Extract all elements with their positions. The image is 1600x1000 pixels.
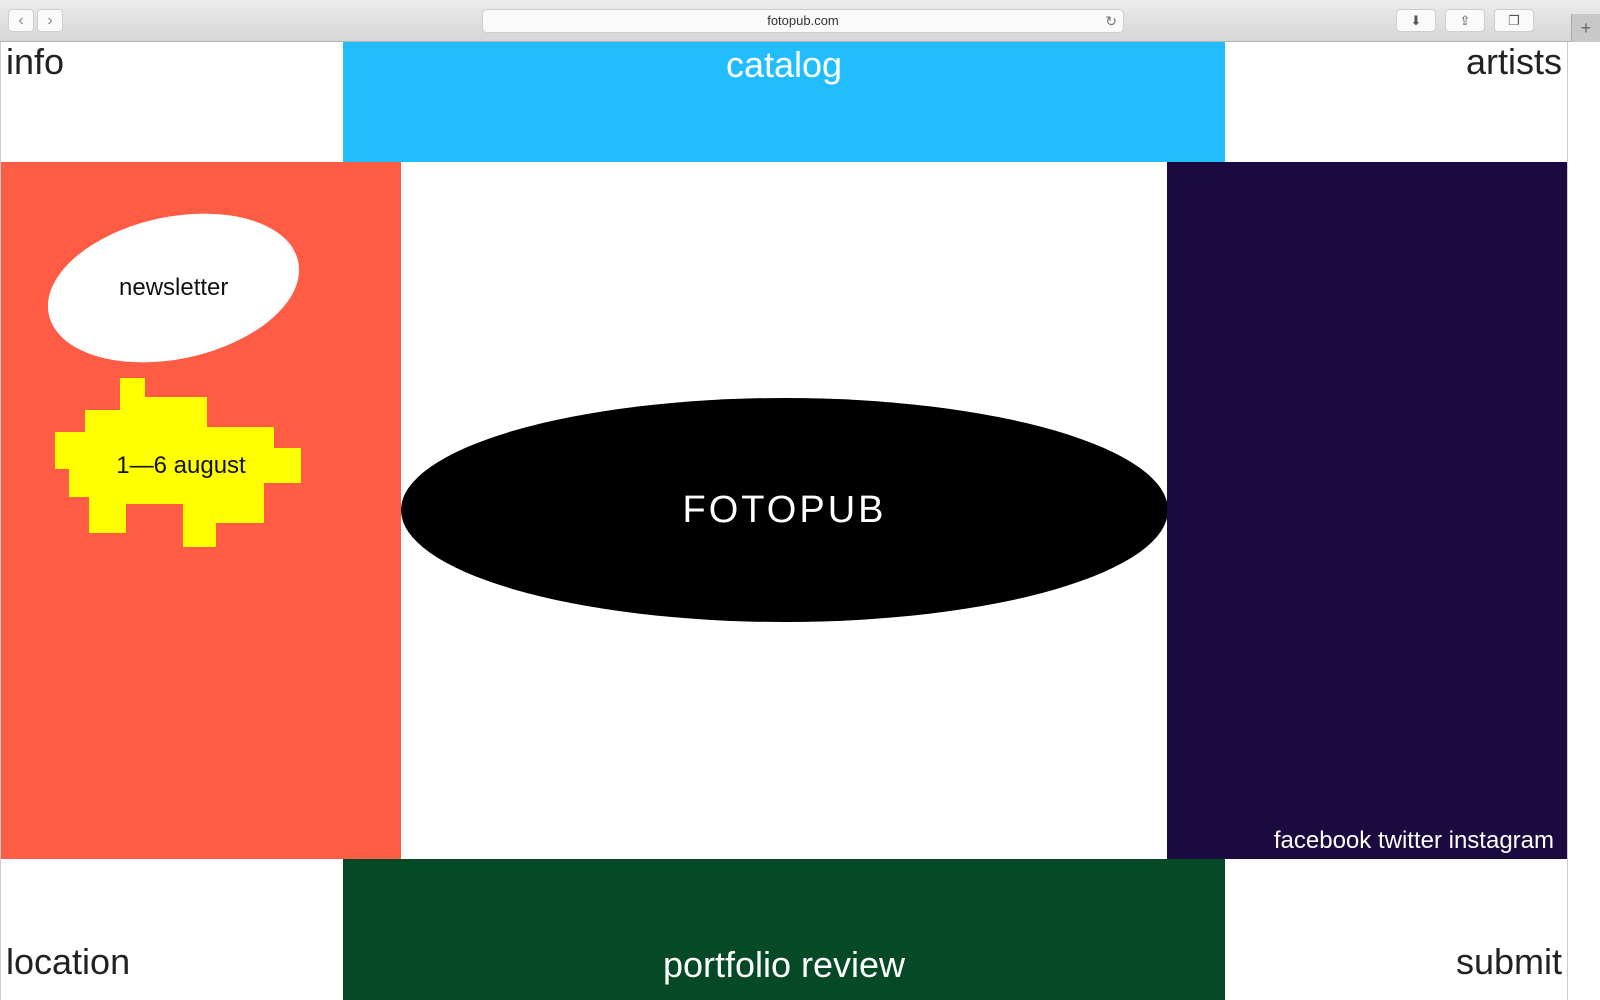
catalog-label: catalog: [725, 44, 843, 85]
downloads-button[interactable]: ⬇: [1396, 9, 1436, 32]
page: info catalog artists newsletter 1—6 augu…: [0, 42, 1568, 1000]
location-link[interactable]: location: [6, 944, 130, 980]
share-button[interactable]: ⇪: [1445, 9, 1485, 32]
portfolio-review-link[interactable]: portfolio review: [343, 859, 1225, 1000]
browser-toolbar: ‹ › fotopub.com ↻ ⬇ ⇪ ❐ +: [0, 0, 1600, 42]
portfolio-review-label: portfolio review: [662, 944, 906, 985]
download-icon: ⬇: [1410, 13, 1422, 28]
tabs-icon: ❐: [1508, 13, 1520, 28]
catalog-link[interactable]: catalog: [343, 42, 1225, 162]
tabs-button[interactable]: ❐: [1494, 9, 1534, 32]
dates-shape: [55, 378, 301, 547]
info-link[interactable]: info: [6, 44, 64, 80]
submit-link[interactable]: submit: [1456, 944, 1562, 980]
right-panel: facebook twitter instagram: [1167, 162, 1567, 859]
url-text: fotopub.com: [767, 13, 839, 28]
social-links[interactable]: facebook twitter instagram: [1274, 827, 1554, 855]
logo-text: FOTOPUB: [682, 488, 887, 531]
dates-label: 1—6 august: [116, 452, 246, 479]
new-tab-button[interactable]: +: [1571, 14, 1600, 42]
left-panel: newsletter 1—6 august: [1, 162, 401, 859]
reload-icon[interactable]: ↻: [1105, 10, 1117, 32]
fotopub-logo[interactable]: FOTOPUB: [401, 398, 1168, 622]
share-icon: ⇪: [1459, 13, 1471, 28]
forward-button[interactable]: ›: [37, 9, 63, 32]
address-bar[interactable]: fotopub.com ↻: [482, 9, 1124, 33]
back-button[interactable]: ‹: [8, 9, 34, 32]
artists-link[interactable]: artists: [1466, 44, 1562, 80]
